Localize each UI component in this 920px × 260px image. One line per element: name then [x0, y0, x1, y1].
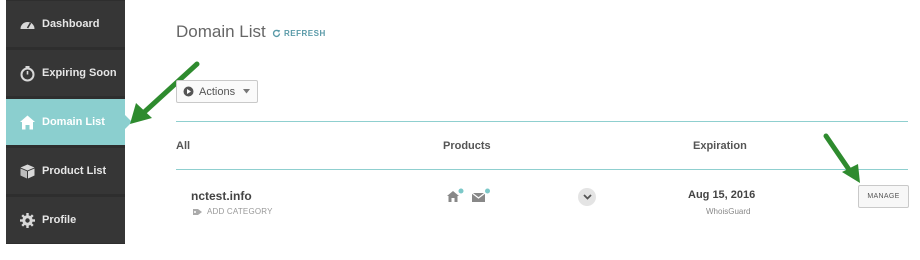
tag-icon [193, 208, 202, 215]
sidebar-item-label: Dashboard [42, 18, 100, 30]
sidebar-item-product-list[interactable]: Product List [6, 148, 125, 194]
sidebar-item-dashboard[interactable]: Dashboard [6, 1, 125, 47]
sidebar-item-label: Expiring Soon [42, 67, 117, 79]
dashboard-icon [19, 16, 36, 33]
caret-down-icon [243, 89, 251, 94]
table-header-divider [176, 169, 908, 170]
column-header-products: Products [443, 140, 491, 152]
add-category-link[interactable]: ADD CATEGORY [193, 207, 273, 216]
expiration-product: WhoisGuard [706, 207, 751, 216]
expiration-date: Aug 15, 2016 [688, 189, 756, 201]
gear-icon [19, 212, 36, 229]
sidebar-item-profile[interactable]: Profile [6, 197, 125, 243]
expand-row-button[interactable] [578, 188, 596, 206]
column-header-all[interactable]: All [176, 140, 190, 152]
sidebar-item-label: Profile [42, 214, 77, 226]
domain-name-link[interactable]: nctest.info [191, 189, 252, 203]
add-category-label: ADD CATEGORY [207, 207, 273, 216]
sidebar: Dashboard Expiring Soon Domain List Prod… [6, 0, 132, 244]
page-title: Domain List [176, 22, 266, 41]
box-icon [19, 163, 36, 180]
refresh-icon [272, 29, 281, 38]
sidebar-item-label: Domain List [42, 116, 105, 128]
annotation-arrow-icon [823, 133, 860, 183]
sidebar-item-expiring-soon[interactable]: Expiring Soon [6, 50, 125, 96]
column-header-expiration[interactable]: Expiration [693, 140, 747, 152]
sidebar-item-domain-list[interactable]: Domain List [6, 99, 132, 145]
sidebar-item-label: Product List [42, 165, 107, 177]
home-icon [19, 114, 36, 131]
table-top-divider [176, 121, 908, 122]
clock-icon [19, 65, 36, 82]
chevron-down-icon [582, 194, 592, 200]
actions-label: Actions [199, 85, 236, 98]
actions-dropdown[interactable]: Actions [176, 80, 258, 103]
manage-button[interactable]: MANAGE [858, 185, 909, 208]
email-icon[interactable] [471, 188, 491, 204]
play-icon [183, 86, 194, 97]
refresh-label: REFRESH [284, 29, 326, 38]
refresh-link[interactable]: REFRESH [272, 29, 326, 38]
hosting-icon[interactable] [446, 188, 464, 204]
